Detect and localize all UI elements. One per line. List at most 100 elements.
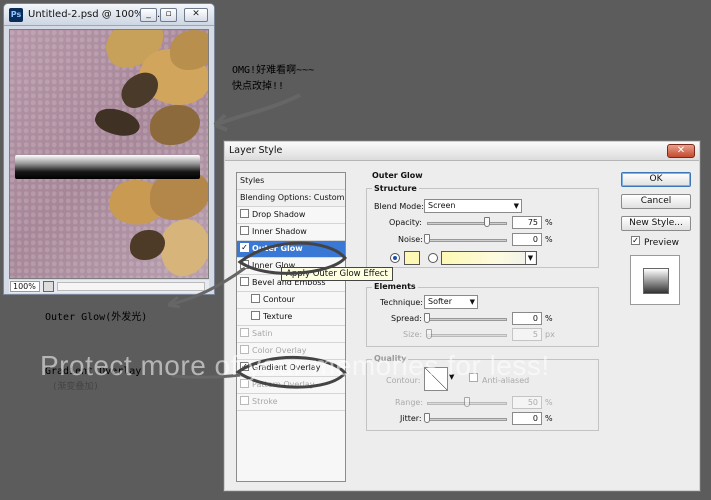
layer-style-dialog: Layer Style ✕ Styles Blending Options: Cu… <box>223 140 701 492</box>
noise-percent-unit: % <box>545 235 553 244</box>
restore-button[interactable]: ▫ <box>160 8 177 22</box>
style-checkbox[interactable]: ✓ <box>240 243 249 252</box>
close-button[interactable]: ✕ <box>184 8 208 22</box>
noise-label: Noise: <box>398 235 423 244</box>
spread-input[interactable]: 0 <box>512 312 542 325</box>
horizontal-scrollbar[interactable] <box>57 282 205 291</box>
size-slider-thumb[interactable] <box>425 329 432 339</box>
jitter-label: Jitter: <box>400 414 422 423</box>
document-window: Ps Untitled-2.psd @ 100% (... _ ▫ ✕ 100% <box>3 3 215 295</box>
technique-label: Technique: <box>380 298 423 307</box>
style-checkbox[interactable] <box>240 226 249 235</box>
arrowhead <box>167 295 181 309</box>
photobucket-watermark: Protect more of your memories for less! <box>40 350 550 381</box>
jitter-input[interactable]: 0 <box>512 412 542 425</box>
style-checkbox[interactable] <box>240 328 249 337</box>
spread-percent-unit: % <box>545 314 553 323</box>
document-canvas[interactable] <box>9 29 209 279</box>
style-list-label: Outer Glow <box>252 244 303 253</box>
style-list-item-blending-options-custom[interactable]: Blending Options: Custom <box>237 190 345 207</box>
size-label: Size: <box>403 330 423 339</box>
preview-checkbox[interactable]: ✓ <box>631 236 640 245</box>
style-list-label: Drop Shadow <box>252 210 306 219</box>
style-list-label: Satin <box>252 329 273 338</box>
noise-input[interactable]: 0 <box>512 233 542 246</box>
noise-slider-thumb[interactable] <box>424 234 430 244</box>
flower-petal <box>150 105 200 145</box>
range-percent-unit: % <box>545 398 553 407</box>
zoom-field[interactable]: 100% <box>10 281 40 292</box>
photoshop-app-icon: Ps <box>9 8 23 22</box>
elements-title: Elements <box>372 282 418 291</box>
jitter-slider-track[interactable] <box>427 418 507 421</box>
spread-slider-thumb[interactable] <box>424 313 430 323</box>
range-label: Range: <box>395 398 424 407</box>
style-list-item-outer-glow[interactable]: ✓ Outer Glow <box>237 241 345 258</box>
status-menu-icon[interactable] <box>43 281 54 292</box>
style-list-label: Blending Options: Custom <box>240 193 345 202</box>
style-checkbox[interactable] <box>240 396 249 405</box>
opacity-input[interactable]: 75 <box>512 216 542 229</box>
size-slider-track[interactable] <box>427 334 507 337</box>
technique-select[interactable]: Softer ▼ <box>424 295 478 309</box>
style-list-item-texture[interactable]: Texture <box>237 309 345 326</box>
dialog-close-button[interactable]: ✕ <box>667 144 695 158</box>
new-style-button[interactable]: New Style... <box>621 216 691 231</box>
style-checkbox[interactable] <box>240 209 249 218</box>
style-list-label: Texture <box>263 312 293 321</box>
chevron-down-icon: ▼ <box>469 298 475 306</box>
style-list-label: Stroke <box>252 397 278 406</box>
style-list-item-stroke[interactable]: Stroke <box>237 394 345 411</box>
style-list-label: Inner Shadow <box>252 227 307 236</box>
annotation-outer-glow: Outer Glow(外发光) <box>45 312 148 323</box>
style-list-item-styles[interactable]: Styles <box>237 173 345 190</box>
dialog-title: Layer Style <box>229 145 283 156</box>
spread-label: Spread: <box>391 314 422 323</box>
opacity-slider-track[interactable] <box>427 222 507 225</box>
dialog-titlebar[interactable]: Layer Style ✕ <box>225 142 699 161</box>
style-checkbox[interactable] <box>251 294 260 303</box>
arrow-to-gradient-bar <box>214 93 301 127</box>
document-titlebar[interactable]: Ps Untitled-2.psd @ 100% (... _ ▫ ✕ <box>4 4 214 26</box>
noise-slider-track[interactable] <box>427 239 507 242</box>
technique-value: Softer <box>428 297 452 306</box>
style-preview-thumbnail <box>643 268 669 294</box>
style-list-item-inner-shadow[interactable]: Inner Shadow <box>237 224 345 241</box>
size-input[interactable]: 5 <box>512 328 542 341</box>
annotation-omg-line2: 快点改掉!! <box>232 81 285 92</box>
gradient-shape-layer <box>15 155 200 179</box>
cancel-button[interactable]: Cancel <box>621 194 691 209</box>
leaf-shape <box>92 103 143 142</box>
leaf-shape <box>130 230 165 260</box>
range-slider-thumb[interactable] <box>464 397 470 407</box>
style-checkbox[interactable] <box>251 311 260 320</box>
style-checkbox[interactable] <box>240 260 249 269</box>
blend-mode-value: Screen <box>428 201 456 210</box>
solid-color-radio[interactable] <box>390 253 400 263</box>
blend-mode-select[interactable]: Screen ▼ <box>424 199 522 213</box>
gradient-picker[interactable]: ▼ <box>441 251 537 265</box>
radio-dot-icon <box>393 256 397 260</box>
glow-color-swatch[interactable] <box>404 251 420 265</box>
spread-slider-track[interactable] <box>427 318 507 321</box>
chevron-down-icon: ▼ <box>513 202 519 210</box>
style-list-item-contour[interactable]: Contour <box>237 292 345 309</box>
opacity-percent-unit: % <box>545 218 553 227</box>
style-list-item-drop-shadow[interactable]: Drop Shadow <box>237 207 345 224</box>
gradient-radio[interactable] <box>428 253 438 263</box>
style-list-label: Contour <box>263 295 295 304</box>
ok-button[interactable]: OK <box>621 172 691 187</box>
document-status-bar: 100% <box>9 280 209 293</box>
style-list: Styles Blending Options: Custom Drop Shado… <box>236 172 346 482</box>
opacity-label: Opacity: <box>389 218 422 227</box>
jitter-slider-thumb[interactable] <box>424 413 430 423</box>
structure-title: Structure <box>372 184 419 193</box>
jitter-percent-unit: % <box>545 414 553 423</box>
style-list-item-satin[interactable]: Satin <box>237 326 345 343</box>
style-checkbox[interactable] <box>240 277 249 286</box>
range-input[interactable]: 50 <box>512 396 542 409</box>
minimize-button[interactable]: _ <box>140 8 157 22</box>
style-preview-swatch <box>630 255 680 305</box>
opacity-slider-thumb[interactable] <box>484 217 490 227</box>
annotation-omg-line1: OMG!好难看啊~~~ <box>232 65 315 76</box>
